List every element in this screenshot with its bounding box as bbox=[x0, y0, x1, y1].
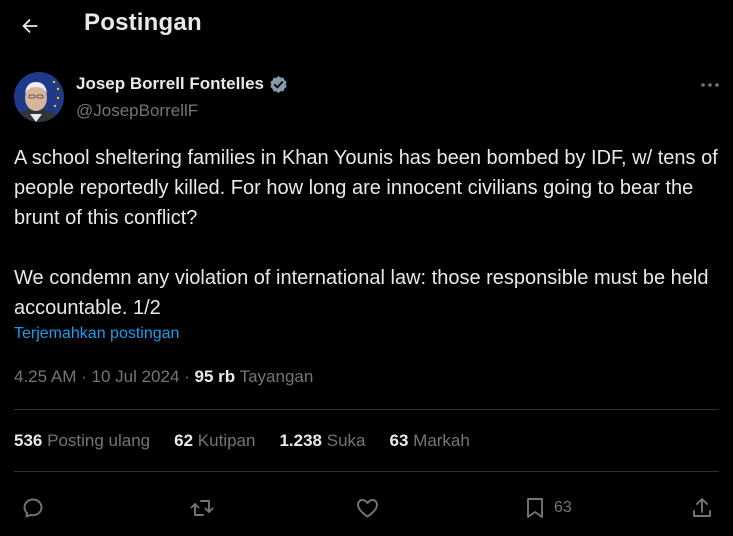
engagement-stats: 536 Posting ulang 62 Kutipan 1.238 Suka … bbox=[14, 431, 494, 451]
reposts-label: Posting ulang bbox=[47, 431, 151, 450]
reply-icon bbox=[23, 498, 43, 518]
retweet-icon bbox=[190, 500, 214, 516]
likes-count: 1.238 bbox=[279, 431, 323, 450]
quotes-count: 62 bbox=[174, 431, 194, 450]
author-handle[interactable]: @JosepBorrellF bbox=[76, 101, 198, 121]
avatar-image bbox=[14, 72, 64, 122]
reposts-stat[interactable]: 536 Posting ulang bbox=[14, 431, 150, 451]
bookmarks-stat[interactable]: 63 Markah bbox=[390, 431, 470, 451]
page-header: Postingan bbox=[0, 0, 733, 52]
action-bar: 63 bbox=[0, 488, 733, 528]
share-button[interactable] bbox=[690, 488, 714, 528]
bookmark-icon bbox=[527, 498, 543, 518]
more-icon bbox=[701, 83, 719, 87]
more-button[interactable] bbox=[697, 78, 723, 92]
views-count: 95 rb bbox=[194, 367, 236, 386]
back-arrow-icon bbox=[22, 18, 38, 34]
like-button[interactable] bbox=[355, 488, 380, 528]
meta-separator: · bbox=[81, 367, 92, 386]
bookmarks-label: Markah bbox=[413, 431, 470, 450]
page-title: Postingan bbox=[84, 9, 202, 36]
bookmark-button[interactable]: 63 bbox=[525, 488, 572, 528]
reposts-count: 536 bbox=[14, 431, 43, 450]
likes-label: Suka bbox=[326, 431, 366, 450]
quotes-stat[interactable]: 62 Kutipan bbox=[174, 431, 255, 451]
translate-link[interactable]: Terjemahkan postingan bbox=[14, 325, 179, 343]
divider bbox=[14, 471, 719, 472]
bookmark-count: 63 bbox=[554, 499, 572, 516]
tweet-meta: 4.25 AM · 10 Jul 2024 · 95 rb Tayangan bbox=[14, 367, 313, 387]
share-icon bbox=[693, 498, 711, 517]
reply-button[interactable] bbox=[21, 488, 45, 528]
retweet-button[interactable] bbox=[189, 488, 215, 528]
tweet-time[interactable]: 4.25 AM bbox=[14, 367, 76, 386]
likes-stat[interactable]: 1.238 Suka bbox=[279, 431, 365, 451]
like-icon bbox=[357, 499, 378, 518]
tweet-text: A school sheltering families in Khan You… bbox=[14, 147, 718, 319]
author-display-name[interactable]: Josep Borrell Fontelles bbox=[76, 74, 264, 94]
tweet-date[interactable]: 10 Jul 2024 bbox=[92, 367, 180, 386]
back-button[interactable] bbox=[16, 12, 44, 40]
meta-separator: · bbox=[184, 367, 195, 386]
bookmarks-count: 63 bbox=[389, 431, 409, 450]
views-label: Tayangan bbox=[239, 367, 314, 386]
quotes-label: Kutipan bbox=[197, 431, 256, 450]
author-name-row: Josep Borrell Fontelles bbox=[76, 74, 288, 94]
avatar[interactable] bbox=[14, 72, 64, 122]
divider bbox=[14, 409, 719, 410]
verified-badge-icon[interactable] bbox=[269, 75, 288, 94]
